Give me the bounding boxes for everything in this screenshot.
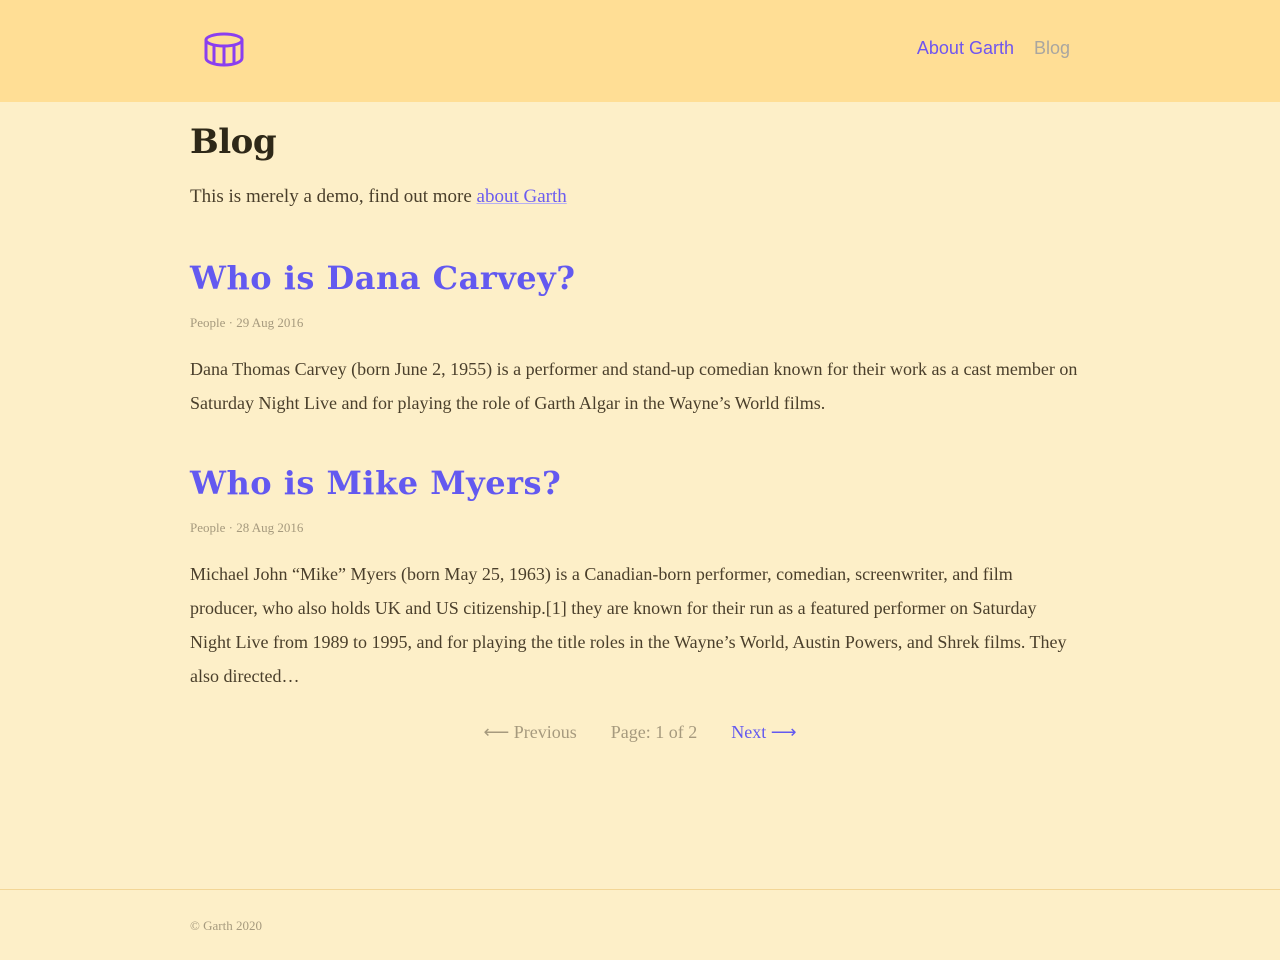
post-title-link[interactable]: Who is Mike Myers? xyxy=(190,463,1080,503)
post-item: Who is Mike Myers? People · 28 Aug 2016 … xyxy=(190,463,1080,693)
nav-blog-link[interactable]: Blog xyxy=(1034,38,1070,59)
intro-paragraph: This is merely a demo, find out more abo… xyxy=(190,186,567,208)
post-excerpt: Dana Thomas Carvey (born June 2, 1955) i… xyxy=(190,359,1078,413)
next-page-button[interactable]: Next ⟶ xyxy=(731,722,796,743)
footer-copyright: © Garth 2020 xyxy=(190,918,262,933)
drum-icon[interactable] xyxy=(203,31,245,67)
about-link[interactable]: about Garth xyxy=(477,186,567,207)
post-item: Who is Dana Carvey? People · 29 Aug 2016… xyxy=(190,258,1080,420)
pagination: ⟵ Previous Page: 1 of 2 Next ⟶ xyxy=(190,722,1090,743)
footer-divider xyxy=(0,889,1280,890)
nav-about-link[interactable]: About Garth xyxy=(917,38,1014,59)
previous-page-button: ⟵ Previous xyxy=(483,722,577,742)
main-nav: About Garth Blog xyxy=(917,38,1070,59)
post-meta: People · 28 Aug 2016 xyxy=(190,520,304,535)
page-indicator: Page: 1 of 2 xyxy=(610,722,698,742)
site-header: About Garth Blog xyxy=(0,0,1280,102)
post-title-link[interactable]: Who is Dana Carvey? xyxy=(190,258,1080,298)
page-title: Blog xyxy=(190,122,277,162)
intro-text: This is merely a demo, find out more xyxy=(190,186,477,207)
post-meta: People · 29 Aug 2016 xyxy=(190,315,304,330)
post-excerpt: Michael John “Mike” Myers (born May 25, … xyxy=(190,564,1067,686)
